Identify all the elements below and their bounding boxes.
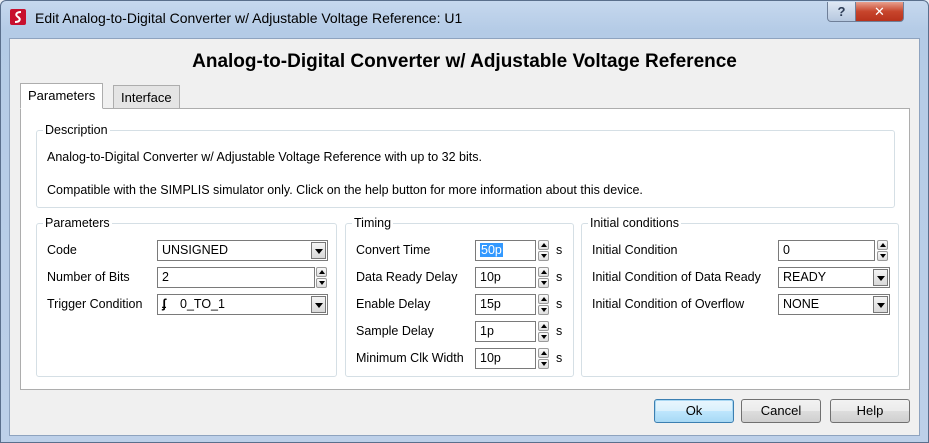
spin-down-icon[interactable] <box>538 251 549 261</box>
close-button[interactable]: ✕ <box>855 2 904 22</box>
convert-time-input[interactable]: 50p <box>475 240 536 261</box>
dialog-heading: Analog-to-Digital Converter w/ Adjustabl… <box>192 51 737 72</box>
chevron-down-icon[interactable] <box>873 269 888 286</box>
enable-delay-input[interactable]: 15p <box>475 294 536 315</box>
convert-time-spinner[interactable] <box>538 240 549 261</box>
initial-conditions-group-title: Initial conditions <box>588 216 681 230</box>
timing-group-title: Timing <box>352 216 394 230</box>
spin-down-icon[interactable] <box>538 305 549 315</box>
parameters-group: Parameters Code UNSIGNED Number of Bits … <box>36 216 337 377</box>
number-of-bits-label: Number of Bits <box>47 270 130 284</box>
enable-delay-spinner[interactable] <box>538 294 549 315</box>
title-bar[interactable]: Edit Analog-to-Digital Converter w/ Adju… <box>1 1 928 37</box>
code-select[interactable]: UNSIGNED <box>157 240 328 261</box>
description-group: Description Analog-to-Digital Converter … <box>36 123 895 208</box>
spin-down-icon[interactable] <box>538 278 549 288</box>
sample-delay-input[interactable]: 1p <box>475 321 536 342</box>
description-line-2: Compatible with the SIMPLIS simulator on… <box>47 183 643 197</box>
sample-delay-unit: s <box>556 324 563 338</box>
enable-delay-label: Enable Delay <box>356 297 431 311</box>
convert-time-label: Convert Time <box>356 243 431 257</box>
window-title: Edit Analog-to-Digital Converter w/ Adju… <box>35 10 463 26</box>
convert-time-unit: s <box>556 243 563 257</box>
convert-time-value: 50p <box>480 243 503 257</box>
spin-down-icon[interactable] <box>316 278 327 288</box>
spin-up-icon[interactable] <box>877 240 888 250</box>
sample-delay-spinner[interactable] <box>538 321 549 342</box>
initial-overflow-label: Initial Condition of Overflow <box>592 297 745 311</box>
data-ready-delay-spinner[interactable] <box>538 267 549 288</box>
spin-up-icon[interactable] <box>538 240 549 250</box>
spin-down-icon[interactable] <box>538 332 549 342</box>
timing-group: Timing Convert Time 50p s Data Ready Del… <box>345 216 574 377</box>
data-ready-delay-input[interactable]: 10p <box>475 267 536 288</box>
initial-condition-spinner[interactable] <box>877 240 888 261</box>
initial-data-ready-label: Initial Condition of Data Ready <box>592 270 761 284</box>
dialog-window: Edit Analog-to-Digital Converter w/ Adju… <box>0 0 929 443</box>
spin-down-icon[interactable] <box>877 251 888 261</box>
tab-parameters[interactable]: Parameters <box>20 83 104 109</box>
minimum-clk-width-input[interactable]: 10p <box>475 348 536 369</box>
spin-up-icon[interactable] <box>538 321 549 331</box>
trigger-condition-value: 0_TO_1 <box>180 297 225 311</box>
code-value: UNSIGNED <box>162 243 228 257</box>
initial-condition-input[interactable]: 0 <box>778 240 875 261</box>
rising-edge-icon: ʄ <box>162 297 167 311</box>
sample-delay-label: Sample Delay <box>356 324 434 338</box>
spin-down-icon[interactable] <box>538 359 549 369</box>
initial-overflow-select[interactable]: NONE <box>778 294 890 315</box>
chevron-down-icon[interactable] <box>311 296 326 313</box>
number-of-bits-spinner[interactable] <box>316 267 327 288</box>
simplis-app-icon <box>10 9 26 25</box>
spin-up-icon[interactable] <box>538 294 549 304</box>
chevron-down-icon[interactable] <box>873 296 888 313</box>
trigger-condition-label: Trigger Condition <box>47 297 143 311</box>
description-line-1: Analog-to-Digital Converter w/ Adjustabl… <box>47 150 482 164</box>
minimum-clk-width-unit: s <box>556 351 563 365</box>
spin-up-icon[interactable] <box>538 267 549 277</box>
initial-data-ready-select[interactable]: READY <box>778 267 890 288</box>
spin-up-icon[interactable] <box>538 348 549 358</box>
spin-up-icon[interactable] <box>316 267 327 277</box>
number-of-bits-input[interactable]: 2 <box>157 267 315 288</box>
help-caption-button[interactable]: ? <box>827 2 856 22</box>
description-group-title: Description <box>43 123 110 137</box>
initial-conditions-group: Initial conditions Initial Condition 0 I… <box>581 216 899 377</box>
cancel-button[interactable]: Cancel <box>741 399 821 423</box>
dialog-client: Analog-to-Digital Converter w/ Adjustabl… <box>9 38 920 436</box>
initial-data-ready-value: READY <box>783 270 827 284</box>
minimum-clk-width-spinner[interactable] <box>538 348 549 369</box>
initial-overflow-value: NONE <box>783 297 820 311</box>
enable-delay-unit: s <box>556 297 563 311</box>
parameters-group-title: Parameters <box>43 216 112 230</box>
initial-condition-label: Initial Condition <box>592 243 678 257</box>
code-label: Code <box>47 243 77 257</box>
data-ready-delay-label: Data Ready Delay <box>356 270 458 284</box>
minimum-clk-width-label: Minimum Clk Width <box>356 351 464 365</box>
tab-interface[interactable]: Interface <box>113 85 180 109</box>
trigger-condition-select[interactable]: ʄ 0_TO_1 <box>157 294 328 315</box>
parameters-tab-panel: Description Analog-to-Digital Converter … <box>20 108 910 390</box>
chevron-down-icon[interactable] <box>311 242 326 259</box>
help-button[interactable]: Help <box>830 399 910 423</box>
ok-button[interactable]: Ok <box>654 399 734 423</box>
data-ready-delay-unit: s <box>556 270 563 284</box>
